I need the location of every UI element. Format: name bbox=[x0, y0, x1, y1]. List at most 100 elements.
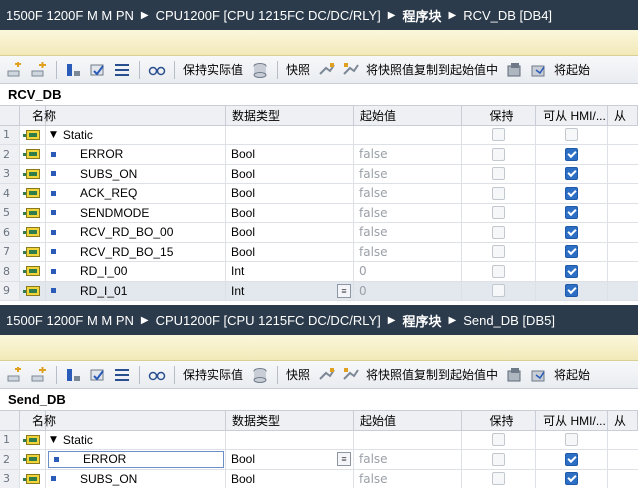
toolbar-label-snapshot[interactable]: 快照 bbox=[286, 366, 310, 383]
table-row[interactable]: 3 SUBS_ON Bool false bbox=[0, 469, 638, 488]
retain-checkbox[interactable] bbox=[492, 284, 505, 298]
hmi-accessible-checkbox[interactable] bbox=[565, 264, 578, 278]
header-more[interactable]: 从 bbox=[608, 411, 638, 430]
name-cell[interactable]: RD_I_01 bbox=[46, 281, 226, 300]
name-cell[interactable]: SENDMODE bbox=[46, 203, 226, 222]
type-cell[interactable]: Bool bbox=[226, 184, 354, 203]
start-value[interactable] bbox=[354, 430, 462, 449]
type-cell[interactable]: Bool bbox=[226, 469, 354, 488]
breadcrumb-item[interactable]: CPU1200F [CPU 1215FC DC/DC/RLY] bbox=[156, 8, 381, 23]
hmi-accessible-checkbox[interactable] bbox=[565, 472, 578, 486]
start-value[interactable]: false bbox=[354, 203, 462, 222]
header-start-value[interactable]: 起始值 bbox=[354, 411, 462, 430]
retain-checkbox[interactable] bbox=[492, 225, 505, 239]
start-value[interactable] bbox=[354, 125, 462, 144]
header-hmi[interactable]: 可从 HMI/... bbox=[536, 106, 608, 125]
hmi-accessible-checkbox[interactable] bbox=[565, 433, 578, 447]
name-edit-field[interactable]: ERROR bbox=[48, 450, 224, 468]
header-retain[interactable]: 保持 bbox=[462, 106, 536, 125]
header-hmi[interactable]: 可从 HMI/... bbox=[536, 411, 608, 430]
retain-checkbox[interactable] bbox=[492, 264, 505, 278]
type-cell[interactable]: Bool ≡ bbox=[226, 450, 354, 469]
type-cell[interactable]: Bool bbox=[226, 203, 354, 222]
copy-snapshot-icon[interactable] bbox=[342, 62, 360, 78]
more-icon[interactable] bbox=[530, 367, 548, 383]
breadcrumb-item[interactable]: 程序块 bbox=[402, 6, 441, 25]
header-name[interactable]: 名称 bbox=[26, 106, 226, 125]
retain-checkbox[interactable] bbox=[492, 167, 505, 181]
hmi-accessible-checkbox[interactable] bbox=[565, 284, 578, 298]
db-keep-icon[interactable] bbox=[251, 367, 269, 383]
retain-checkbox[interactable] bbox=[492, 472, 505, 486]
table-row[interactable]: 5 SENDMODE Bool false bbox=[0, 203, 638, 223]
start-value[interactable]: false bbox=[354, 145, 462, 164]
name-cell[interactable]: ERROR bbox=[46, 450, 226, 469]
collapse-icon[interactable] bbox=[89, 62, 107, 78]
header-start-value[interactable]: 起始值 bbox=[354, 106, 462, 125]
name-cell[interactable]: RD_I_00 bbox=[46, 262, 226, 281]
expand-icon[interactable] bbox=[65, 62, 83, 78]
table-row[interactable]: 2 ERROR Bool ≡ false bbox=[0, 450, 638, 470]
name-cell[interactable]: ▼ Static bbox=[46, 430, 226, 449]
breadcrumb-item[interactable]: Send_DB [DB5] bbox=[463, 313, 555, 328]
breadcrumb-item[interactable]: 程序块 bbox=[402, 311, 441, 330]
add-row-icon[interactable] bbox=[6, 61, 24, 78]
table-row[interactable]: 7 RCV_RD_BO_15 Bool false bbox=[0, 242, 638, 262]
type-list-button-icon[interactable]: ≡ bbox=[337, 283, 351, 298]
start-value[interactable]: false bbox=[354, 450, 462, 469]
more-icon[interactable] bbox=[530, 62, 548, 78]
header-name[interactable]: 名称 bbox=[26, 411, 226, 430]
toolbar-label-keep-actual[interactable]: 保持实际值 bbox=[183, 366, 243, 383]
start-value[interactable]: false bbox=[354, 184, 462, 203]
table-row[interactable]: 6 RCV_RD_BO_00 Bool false bbox=[0, 223, 638, 243]
retain-checkbox[interactable] bbox=[492, 245, 505, 259]
start-value[interactable]: 0 bbox=[354, 262, 462, 281]
type-cell[interactable]: Bool bbox=[226, 223, 354, 242]
hmi-accessible-checkbox[interactable] bbox=[565, 128, 578, 142]
toolbar-label-copy-snapshot[interactable]: 将快照值复制到起始值中 bbox=[366, 61, 498, 78]
start-value[interactable]: false bbox=[354, 242, 462, 261]
retain-checkbox[interactable] bbox=[492, 147, 505, 161]
glasses-icon[interactable] bbox=[148, 367, 166, 383]
header-type[interactable]: 数据类型 bbox=[226, 411, 354, 430]
copy-snapshot-icon[interactable] bbox=[342, 367, 360, 383]
table-row[interactable]: 2 ERROR Bool false bbox=[0, 145, 638, 165]
insert-row-icon[interactable] bbox=[30, 61, 48, 78]
db-keep-icon[interactable] bbox=[251, 62, 269, 78]
insert-row-icon[interactable] bbox=[30, 366, 48, 383]
table-row[interactable]: 1 ▼ Static bbox=[0, 430, 638, 450]
table-row[interactable]: 8 RD_I_00 Int 0 bbox=[0, 262, 638, 282]
hmi-accessible-checkbox[interactable] bbox=[565, 452, 578, 466]
start-value[interactable]: false bbox=[354, 469, 462, 488]
add-row-icon[interactable] bbox=[6, 366, 24, 383]
table-row[interactable]: 4 ACK_REQ Bool false bbox=[0, 184, 638, 204]
name-cell[interactable]: RCV_RD_BO_15 bbox=[46, 242, 226, 261]
header-more[interactable]: 从 bbox=[608, 106, 638, 125]
table-row[interactable]: 3 SUBS_ON Bool false bbox=[0, 164, 638, 184]
name-cell[interactable]: ACK_REQ bbox=[46, 184, 226, 203]
name-cell[interactable]: ERROR bbox=[46, 145, 226, 164]
load-icon[interactable] bbox=[506, 367, 524, 383]
retain-checkbox[interactable] bbox=[492, 186, 505, 200]
retain-checkbox[interactable] bbox=[492, 452, 505, 466]
name-cell[interactable]: ▼ Static bbox=[46, 125, 226, 144]
load-icon[interactable] bbox=[506, 62, 524, 78]
type-cell[interactable]: Bool bbox=[226, 242, 354, 261]
expand-icon[interactable] bbox=[65, 367, 83, 383]
start-value[interactable]: false bbox=[354, 223, 462, 242]
breadcrumb-item[interactable]: 1500F 1200F M M PN bbox=[6, 313, 134, 328]
snapshot-icon[interactable] bbox=[318, 62, 336, 78]
expand-triangle-icon[interactable]: ▼ bbox=[50, 130, 57, 140]
header-retain[interactable]: 保持 bbox=[462, 411, 536, 430]
list-icon[interactable] bbox=[113, 367, 131, 383]
type-cell[interactable] bbox=[226, 125, 354, 144]
list-icon[interactable] bbox=[113, 62, 131, 78]
retain-checkbox[interactable] bbox=[492, 206, 505, 220]
snapshot-icon[interactable] bbox=[318, 367, 336, 383]
hmi-accessible-checkbox[interactable] bbox=[565, 147, 578, 161]
hmi-accessible-checkbox[interactable] bbox=[565, 167, 578, 181]
hmi-accessible-checkbox[interactable] bbox=[565, 206, 578, 220]
toolbar-label-copy-snapshot[interactable]: 将快照值复制到起始值中 bbox=[366, 366, 498, 383]
collapse-icon[interactable] bbox=[89, 367, 107, 383]
name-cell[interactable]: SUBS_ON bbox=[46, 164, 226, 183]
